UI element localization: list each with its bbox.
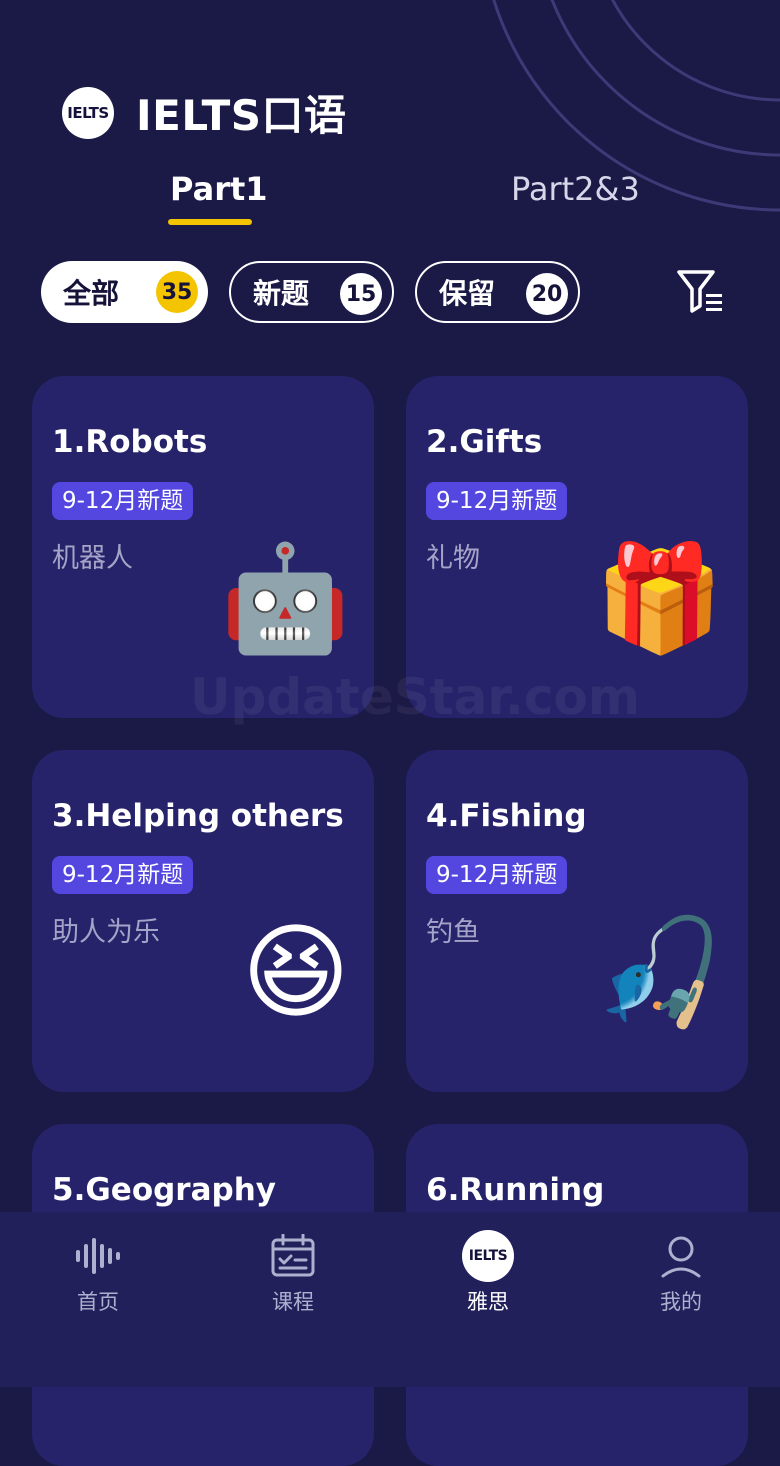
filter-all-count: 35 xyxy=(156,271,198,313)
topic-title: 5.Geography xyxy=(52,1172,276,1208)
app-header: IELTS IELTS口语 xyxy=(62,82,347,143)
waveform-icon xyxy=(72,1230,124,1282)
topic-title: 3.Helping others xyxy=(52,798,344,834)
tab-part2-3[interactable]: Part2&3 xyxy=(511,170,640,208)
filter-new-button[interactable]: 新题 15 xyxy=(229,261,394,323)
topic-card-robots[interactable]: 1.Robots 9-12月新题 机器人 🤖 xyxy=(32,376,374,718)
nav-courses[interactable]: 课程 xyxy=(233,1230,353,1316)
filter-list-icon[interactable] xyxy=(676,268,726,314)
nav-ielts-label: 雅思 xyxy=(467,1290,509,1314)
bottom-nav: 首页 课程 IELTS 雅思 我的 xyxy=(0,1212,780,1387)
nav-home[interactable]: 首页 xyxy=(38,1230,158,1316)
nav-home-label: 首页 xyxy=(77,1290,119,1314)
filter-retained-label: 保留 xyxy=(439,277,496,310)
laughing-face-icon: 😆 xyxy=(241,911,350,1033)
topic-card-gifts[interactable]: 2.Gifts 9-12月新题 礼物 🎁 xyxy=(406,376,748,718)
filter-all-button[interactable]: 全部 35 xyxy=(41,261,208,323)
nav-profile[interactable]: 我的 xyxy=(621,1230,741,1316)
active-tab-indicator xyxy=(168,219,252,225)
calendar-check-icon xyxy=(267,1230,319,1282)
topic-card-fishing[interactable]: 4.Fishing 9-12月新题 钓鱼 🎣 xyxy=(406,750,748,1092)
filter-new-count: 15 xyxy=(340,273,382,315)
topic-title: 4.Fishing xyxy=(426,798,587,834)
fishing-pole-icon: 🎣 xyxy=(594,911,725,1033)
app-title: IELTS口语 xyxy=(136,91,347,140)
ielts-logo: IELTS xyxy=(62,86,114,139)
topic-card-helping-others[interactable]: 3.Helping others 9-12月新题 助人为乐 😆 xyxy=(32,750,374,1092)
filter-retained-button[interactable]: 保留 20 xyxy=(415,261,580,323)
robot-icon: 🤖 xyxy=(220,537,351,659)
profile-icon xyxy=(655,1230,707,1282)
filter-all-label: 全部 xyxy=(63,277,120,310)
topic-title: 6.Running xyxy=(426,1172,605,1208)
topic-subtitle: 钓鱼 xyxy=(426,917,480,948)
watermark: UpdateStar.com xyxy=(190,668,640,726)
ielts-logo-badge: IELTS xyxy=(462,1230,514,1282)
tab-part1[interactable]: Part1 xyxy=(170,170,268,208)
topic-badge: 9-12月新题 xyxy=(426,482,568,520)
filter-new-label: 新题 xyxy=(253,277,310,310)
topic-title: 2.Gifts xyxy=(426,424,543,460)
nav-profile-label: 我的 xyxy=(660,1290,702,1314)
gift-icon: 🎁 xyxy=(594,537,725,659)
topic-badge: 9-12月新题 xyxy=(52,856,194,894)
nav-courses-label: 课程 xyxy=(272,1290,314,1314)
topic-title: 1.Robots xyxy=(52,424,208,460)
topic-subtitle: 机器人 xyxy=(52,543,133,574)
topic-badge: 9-12月新题 xyxy=(426,856,568,894)
nav-ielts[interactable]: IELTS 雅思 xyxy=(428,1230,548,1316)
ielts-logo-icon: IELTS xyxy=(462,1230,514,1282)
filter-retained-count: 20 xyxy=(526,273,568,315)
topic-subtitle: 助人为乐 xyxy=(52,917,160,948)
topic-subtitle: 礼物 xyxy=(426,543,480,574)
topic-badge: 9-12月新题 xyxy=(52,482,194,520)
